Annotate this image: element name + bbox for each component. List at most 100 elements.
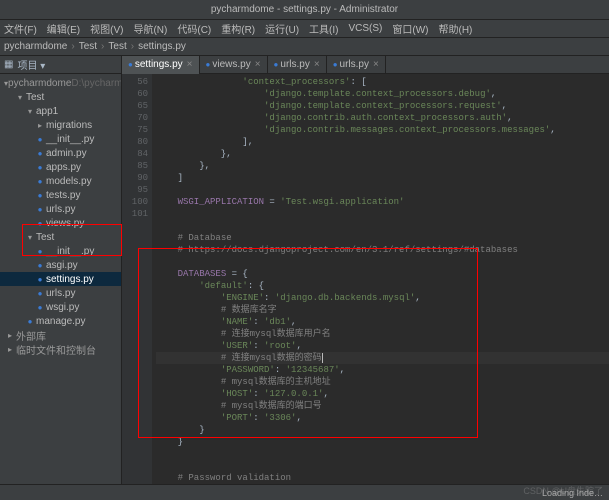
close-icon[interactable]: ×	[314, 59, 320, 70]
code-line[interactable]: 'default': {	[156, 280, 609, 292]
tree-item[interactable]: apps.py	[0, 160, 121, 174]
code-line[interactable]: 'HOST': '127.0.0.1',	[156, 388, 609, 400]
breadcrumb-part[interactable]: Test	[79, 41, 97, 52]
tree-item[interactable]: admin.py	[0, 146, 121, 160]
code-line[interactable]: # mysql数据库的端口号	[156, 400, 609, 412]
code-line[interactable]: 'PORT': '3306',	[156, 412, 609, 424]
code-line[interactable]: # 数据库名字	[156, 304, 609, 316]
code-line[interactable]: # https://docs.djangoproject.com/en/3.1/…	[156, 244, 609, 256]
menu-item[interactable]: VCS(S)	[348, 23, 382, 34]
tree-item[interactable]: Test	[0, 90, 121, 104]
line-number: 100	[126, 196, 148, 208]
menu-item[interactable]: 重构(R)	[221, 21, 255, 36]
folder-icon	[24, 107, 36, 116]
menu-item[interactable]: 窗口(W)	[392, 21, 428, 36]
editor-tab[interactable]: ●views.py×	[200, 56, 268, 74]
tree-item[interactable]: 外部库	[0, 328, 121, 342]
tree-item[interactable]: pycharmdome D:\pycharmdome	[0, 76, 121, 90]
tree-item[interactable]: wsgi.py	[0, 300, 121, 314]
title-bar: pycharmdome - settings.py - Administrato…	[0, 0, 609, 20]
code-line[interactable]	[156, 448, 609, 460]
file-py-icon	[34, 289, 46, 298]
code-line[interactable]: DATABASES = {	[156, 268, 609, 280]
tree-item-label: manage.py	[36, 316, 85, 327]
status-bar: Loading Inde…	[0, 484, 609, 500]
menu-item[interactable]: 导航(N)	[133, 21, 167, 36]
code-editor[interactable]: 56606570758084859095100101 'context_proc…	[122, 74, 609, 486]
tab-label: urls.py	[340, 59, 369, 70]
tree-item[interactable]: asgi.py	[0, 258, 121, 272]
tree-item[interactable]: __init__.py	[0, 244, 121, 258]
code-line[interactable]: 'PASSWORD': '12345687',	[156, 364, 609, 376]
code-line[interactable]: 'django.template.context_processors.debu…	[156, 88, 609, 100]
code-line[interactable]: # mysql数据库的主机地址	[156, 376, 609, 388]
code-line[interactable]: }	[156, 436, 609, 448]
tree-item[interactable]: migrations	[0, 118, 121, 132]
code-line[interactable]	[156, 460, 609, 472]
code-line[interactable]	[156, 220, 609, 232]
code-line[interactable]: },	[156, 148, 609, 160]
file-py-icon	[34, 205, 46, 214]
tree-item[interactable]: manage.py	[0, 314, 121, 328]
code-line[interactable]	[156, 208, 609, 220]
line-number: 85	[126, 160, 148, 172]
tree-item[interactable]: app1	[0, 104, 121, 118]
sidebar-header[interactable]: ▦ 项目 ▾	[0, 56, 121, 74]
close-icon[interactable]: ×	[187, 59, 193, 70]
tree-item[interactable]: urls.py	[0, 202, 121, 216]
code-line[interactable]: # Password validation	[156, 472, 609, 484]
tree-item-label: asgi.py	[46, 260, 78, 271]
folder-c-icon	[34, 121, 46, 130]
close-icon[interactable]: ×	[373, 59, 379, 70]
folder-icon	[14, 93, 26, 102]
code-line[interactable]: }	[156, 424, 609, 436]
code-line[interactable]: 'django.contrib.messages.context_process…	[156, 124, 609, 136]
code-line[interactable]: 'django.contrib.auth.context_processors.…	[156, 112, 609, 124]
project-tree[interactable]: pycharmdome D:\pycharmdomeTestapp1migrat…	[0, 74, 121, 500]
code-line[interactable]: # Database	[156, 232, 609, 244]
code-line[interactable]: 'context_processors': [	[156, 76, 609, 88]
line-gutter: 56606570758084859095100101	[122, 74, 152, 486]
tree-item[interactable]: views.py	[0, 216, 121, 230]
tree-item[interactable]: Test	[0, 230, 121, 244]
code-line[interactable]	[156, 184, 609, 196]
menu-item[interactable]: 编辑(E)	[47, 21, 80, 36]
menu-item[interactable]: 代码(C)	[177, 21, 211, 36]
code-line[interactable]	[156, 256, 609, 268]
line-number: 70	[126, 112, 148, 124]
menu-item[interactable]: 工具(I)	[309, 21, 338, 36]
code-line[interactable]: 'ENGINE': 'django.db.backends.mysql',	[156, 292, 609, 304]
chevron-right-icon: ›	[101, 41, 104, 52]
code-line[interactable]: ],	[156, 136, 609, 148]
code-content[interactable]: 'context_processors': [ 'django.template…	[152, 74, 609, 486]
close-icon[interactable]: ×	[255, 59, 261, 70]
tree-item[interactable]: models.py	[0, 174, 121, 188]
code-line[interactable]: },	[156, 160, 609, 172]
code-line[interactable]: WSGI_APPLICATION = 'Test.wsgi.applicatio…	[156, 196, 609, 208]
code-line[interactable]: ]	[156, 172, 609, 184]
code-line[interactable]: # 连接mysql数据库用户名	[156, 328, 609, 340]
menu-item[interactable]: 帮助(H)	[439, 21, 473, 36]
breadcrumb-part[interactable]: settings.py	[138, 41, 186, 52]
tree-item[interactable]: urls.py	[0, 286, 121, 300]
menu-item[interactable]: 文件(F)	[4, 21, 37, 36]
editor-tab[interactable]: ●urls.py×	[327, 56, 386, 74]
tree-item-label: __init__.py	[46, 246, 94, 257]
editor-tab[interactable]: ●settings.py×	[122, 56, 200, 74]
project-sidebar: ▦ 项目 ▾ pycharmdome D:\pycharmdomeTestapp…	[0, 56, 122, 500]
tab-label: settings.py	[135, 59, 183, 70]
code-line[interactable]: 'django.template.context_processors.requ…	[156, 100, 609, 112]
tree-item[interactable]: settings.py	[0, 272, 121, 286]
code-line[interactable]: 'USER': 'root',	[156, 340, 609, 352]
menu-item[interactable]: 运行(U)	[265, 21, 299, 36]
breadcrumb-part[interactable]: pycharmdome	[4, 41, 67, 52]
tree-item[interactable]: __init__.py	[0, 132, 121, 146]
menu-item[interactable]: 视图(V)	[90, 21, 123, 36]
editor-tab[interactable]: ●urls.py×	[268, 56, 327, 74]
code-line[interactable]: 'NAME': 'db1',	[156, 316, 609, 328]
file-py-icon	[34, 191, 46, 200]
tree-item[interactable]: tests.py	[0, 188, 121, 202]
tree-item[interactable]: 临时文件和控制台	[0, 342, 121, 356]
breadcrumb-part[interactable]: Test	[108, 41, 126, 52]
code-line[interactable]: # 连接mysql数据的密码	[156, 352, 609, 364]
